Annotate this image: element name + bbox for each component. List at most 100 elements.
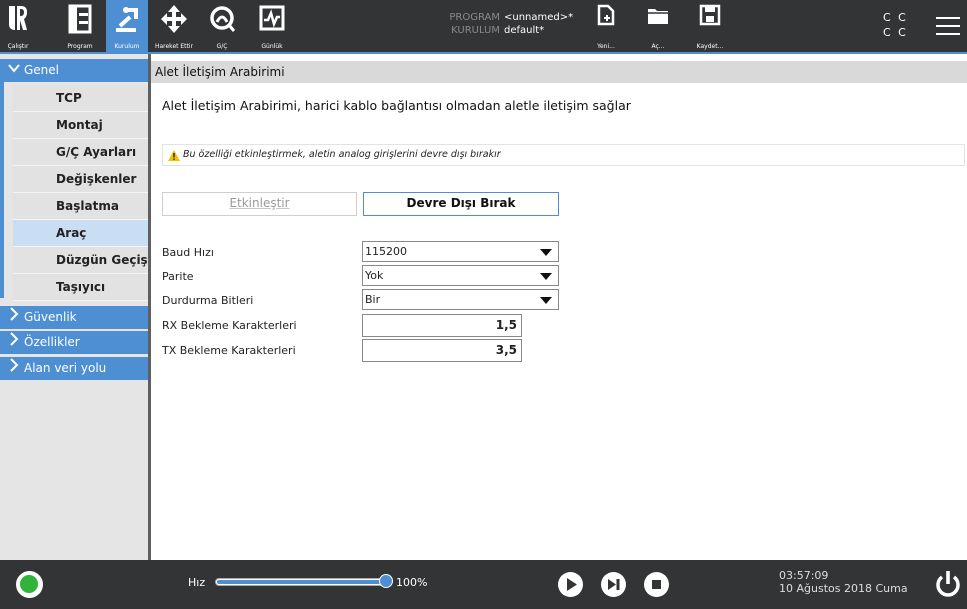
sidebar-item-variables[interactable]: Değişkenler: [13, 166, 148, 193]
play-icon: [567, 578, 577, 591]
main-panel: Alet İletişim Arabirimi Alet İletişim Ar…: [151, 54, 967, 560]
nav-log-label: Günlük: [261, 43, 283, 50]
bottom-bar: Hız 100% 03:57:09 10 Ağustos 2018 Cuma: [0, 560, 967, 609]
speed-slider[interactable]: [215, 578, 387, 586]
sidebar: Genel TCP Montaj G/Ç Ayarları Değişkenle…: [0, 54, 148, 560]
power-button[interactable]: [934, 569, 962, 603]
rx-idle-chars-input[interactable]: 1,5: [362, 314, 522, 337]
chevron-right-icon: [8, 306, 20, 329]
sidebar-item-tool[interactable]: Araç: [13, 220, 148, 247]
stop-bits-dropdown[interactable]: Bir: [362, 289, 559, 310]
parity-value: Yok: [365, 269, 384, 282]
sidebar-section-label: Özellikler: [24, 335, 80, 349]
sidebar-item-label: Değişkenler: [56, 172, 137, 186]
step-icon: [608, 579, 620, 590]
stop-button[interactable]: [644, 572, 669, 597]
top-bar: Çalıştır Program Kurulum Hareket Ettir G…: [0, 0, 967, 54]
program-name: <unnamed>*: [504, 12, 574, 23]
save-button[interactable]: Kaydet...: [690, 0, 730, 52]
cc-indicator: C C C C: [883, 10, 908, 40]
nav-program-tab[interactable]: Program: [60, 0, 100, 52]
new-button[interactable]: Yeni...: [592, 0, 620, 52]
clock-time: 03:57:09: [779, 569, 829, 582]
power-icon: [936, 571, 960, 597]
stop-bits-value: Bir: [365, 293, 381, 306]
nav-program-label: Program: [67, 43, 93, 50]
sidebar-item-label: Montaj: [56, 118, 103, 132]
step-button[interactable]: [601, 572, 626, 597]
speed-value: 100%: [396, 576, 428, 589]
nav-io-tab[interactable]: G/Ç: [205, 0, 239, 52]
page-title: Alet İletişim Arabirimi: [151, 61, 967, 83]
sidebar-section-general[interactable]: Genel: [0, 59, 148, 82]
enable-button[interactable]: Etkinleştir: [162, 192, 357, 216]
new-label: Yeni...: [597, 43, 615, 50]
sidebar-section-features[interactable]: Özellikler: [0, 331, 148, 354]
baud-rate-dropdown[interactable]: 115200: [362, 241, 559, 262]
installation-key: KURULUM: [451, 25, 500, 36]
sidebar-section-label: Genel: [24, 63, 60, 77]
log-chart-icon: [259, 5, 285, 31]
parity-label: Parite: [162, 270, 194, 283]
cc-line-1: C C: [883, 11, 908, 24]
dropdown-arrow-icon: [540, 249, 552, 256]
save-disk-icon: [699, 4, 721, 26]
sidebar-item-label: Araç: [56, 226, 87, 240]
tx-idle-chars-label: TX Bekleme Karakterleri: [162, 344, 296, 357]
stop-icon: [652, 580, 661, 589]
sidebar-rail: [0, 82, 13, 298]
dropdown-arrow-icon: [540, 273, 552, 280]
warning-box: Bu özelliği etkinleştirmek, aletin analo…: [162, 144, 965, 166]
page-description: Alet İletişim Arabirimi, harici kablo ba…: [162, 98, 631, 113]
clock-date: 10 Ağustos 2018 Cuma: [779, 582, 908, 595]
ur-logo-icon: [9, 6, 27, 30]
disable-button[interactable]: Devre Dışı Bırak: [363, 192, 559, 216]
chevron-down-icon: [8, 59, 20, 82]
clock: 03:57:09 10 Ağustos 2018 Cuma: [779, 569, 908, 595]
sidebar-item-conveyor-tracking[interactable]: Taşıyıcı Takibi: [13, 274, 148, 320]
nav-run-tab[interactable]: Çalıştır: [0, 0, 36, 52]
save-label: Kaydet...: [696, 43, 724, 50]
sidebar-section-fieldbus[interactable]: Alan veri yolu: [0, 357, 148, 380]
sidebar-item-io-setup[interactable]: G/Ç Ayarları: [13, 139, 148, 166]
sidebar-item-startup[interactable]: Başlatma: [13, 193, 148, 220]
program-key: PROGRAM: [449, 12, 500, 23]
hamburger-menu-icon[interactable]: [936, 17, 960, 37]
sidebar-item-tcp[interactable]: TCP: [13, 85, 148, 112]
play-button[interactable]: [558, 572, 583, 597]
cc-line-2: C C: [883, 26, 908, 39]
sidebar-item-label: G/Ç Ayarları: [56, 145, 137, 159]
sidebar-item-mounting[interactable]: Montaj: [13, 112, 148, 139]
parity-dropdown[interactable]: Yok: [362, 265, 559, 286]
io-gauge-icon: [210, 6, 236, 32]
installation-name: default*: [504, 25, 545, 36]
open-folder-icon: [648, 9, 668, 24]
baud-rate-label: Baud Hızı: [162, 246, 214, 259]
nav-move-tab[interactable]: Hareket Ettir: [150, 0, 198, 52]
warning-text: Bu özelliği etkinleştirmek, aletin analo…: [183, 149, 501, 160]
sidebar-section-label: Alan veri yolu: [24, 361, 107, 375]
program-info: PROGRAM <unnamed>* KURULUM default*: [445, 11, 573, 37]
nav-io-label: G/Ç: [216, 43, 228, 50]
nav-installation-tab[interactable]: Kurulum: [106, 0, 148, 52]
baud-rate-value: 115200: [365, 245, 407, 258]
stop-bits-label: Durdurma Bitleri: [162, 294, 254, 307]
enable-button-label: Etkinleştir: [229, 196, 290, 210]
chevron-right-icon: [8, 331, 20, 354]
sidebar-item-smooth-transition[interactable]: Düzgün Geçiş: [13, 247, 148, 274]
open-button[interactable]: Aç...: [643, 0, 673, 52]
chevron-right-icon: [8, 357, 20, 380]
sidebar-section-safety[interactable]: Güvenlik: [0, 306, 148, 329]
sidebar-item-label: Başlatma: [56, 199, 119, 213]
speed-slider-handle[interactable]: [379, 574, 393, 588]
installation-robot-icon: [116, 7, 138, 32]
nav-log-tab[interactable]: Günlük: [252, 0, 292, 52]
speed-label: Hız: [188, 576, 206, 589]
new-file-icon: [597, 4, 615, 26]
nav-move-label: Hareket Ettir: [154, 43, 194, 50]
speed-slider-fill: [217, 580, 385, 584]
tx-idle-chars-input[interactable]: 3,5: [362, 339, 522, 362]
nav-run-label: Çalıştır: [7, 43, 29, 50]
robot-status-icon[interactable]: [16, 571, 43, 598]
sidebar-item-label: Düzgün Geçiş: [56, 253, 148, 267]
